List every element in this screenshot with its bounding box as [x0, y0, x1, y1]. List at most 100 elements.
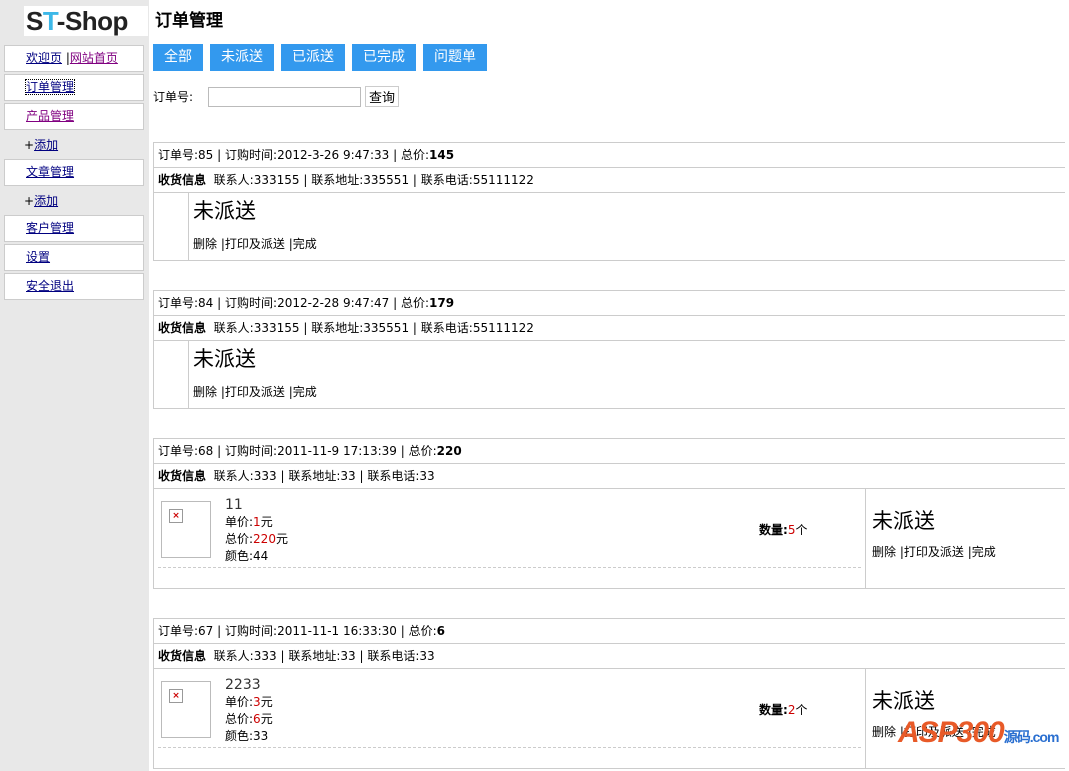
nav-settings: 设置: [4, 244, 144, 271]
tab-all[interactable]: 全部: [153, 44, 203, 71]
phone: 55111122: [472, 173, 534, 187]
product-name: 2233: [225, 677, 261, 693]
watermark-logo: ASP300源码.com: [898, 716, 1059, 749]
print-deliver-link[interactable]: 打印及派送: [904, 545, 964, 559]
tab-completed[interactable]: 已完成: [352, 44, 416, 71]
order_no-label: 订单号:: [158, 148, 199, 162]
order-no-input[interactable]: [208, 86, 362, 107]
orders-link[interactable]: 订单管理: [24, 79, 76, 95]
products-link[interactable]: 产品管理: [26, 109, 74, 123]
home-link[interactable]: 网站首页: [70, 51, 118, 65]
logo-text: T: [42, 6, 57, 36]
product-color: 33: [253, 729, 269, 743]
tab-undelivered[interactable]: 未派送: [210, 44, 274, 71]
ge-label: 个: [795, 703, 808, 717]
add-article-link[interactable]: 添加: [34, 194, 58, 208]
delete-link[interactable]: 删除: [193, 385, 217, 399]
status-tabs: 全部 未派送 已派送 已完成 问题单: [153, 44, 487, 71]
delete-link[interactable]: 删除: [872, 725, 896, 739]
settings-link[interactable]: 设置: [26, 250, 50, 264]
order-header: 订单号:67 | 订购时间:2011-11-1 16:33:30 | 总价:6: [154, 619, 1065, 644]
contact-label: 联系人:: [213, 469, 254, 483]
broken-image-icon: ×: [169, 689, 183, 703]
phone-label: 联系电话:: [420, 321, 473, 335]
receiver-info: 收货信息 联系人:333 | 联系地址:33 | 联系电话:33: [154, 644, 1065, 669]
delete-link[interactable]: 删除: [193, 237, 217, 251]
product-color: 44: [253, 549, 269, 563]
address: 335551: [363, 173, 410, 187]
order-id: 68: [198, 444, 214, 458]
order-status: 未派送: [193, 199, 256, 223]
address: 33: [340, 649, 356, 663]
nav-products: 产品管理: [4, 103, 144, 130]
order-time: 2012-3-26 9:47:33: [277, 148, 390, 162]
total-label: 总价:: [408, 624, 437, 638]
sep-label: |: [400, 444, 405, 458]
order-total: 179: [429, 296, 455, 310]
print-deliver-link[interactable]: 打印及派送: [225, 385, 285, 399]
addr-label: 联系地址:: [311, 173, 364, 187]
add-product-link[interactable]: 添加: [34, 138, 58, 152]
order-id: 84: [198, 296, 214, 310]
contact-label: 联系人:: [213, 173, 254, 187]
recv-label: 收货信息: [158, 469, 207, 483]
unit-label: 单价:: [225, 695, 254, 709]
contact-label: 联系人:: [213, 321, 254, 335]
tab-problem[interactable]: 问题单: [423, 44, 487, 71]
total-label: 总价:: [400, 148, 430, 162]
logo-text: S: [26, 6, 43, 36]
sep-label: |: [359, 649, 364, 663]
qty-label: 数量:: [759, 523, 788, 537]
receiver-info: 收货信息 联系人:333155 | 联系地址:335551 | 联系电话:551…: [154, 316, 1065, 341]
customers-link[interactable]: 客户管理: [26, 221, 74, 235]
sep-label: |: [280, 469, 285, 483]
welcome-link[interactable]: 欢迎页: [26, 51, 62, 65]
order_no-label: 订单号:: [158, 624, 199, 638]
complete-link[interactable]: 完成: [293, 237, 317, 251]
nav-add-product: +添加: [24, 135, 58, 155]
order-time: 2011-11-1 16:33:30: [277, 624, 397, 638]
order-card: 订单号:84 | 订购时间:2012-2-28 9:47:47 | 总价:179…: [153, 290, 1065, 409]
plus: +: [24, 194, 35, 208]
time-label: 订购时间:: [225, 624, 278, 638]
time-label: 订购时间:: [225, 444, 278, 458]
product-name: 11: [225, 497, 243, 513]
nav-customers: 客户管理: [4, 215, 144, 242]
logo-text: -Shop: [56, 6, 129, 36]
delete-link[interactable]: 删除: [872, 545, 896, 559]
unit-price: 1: [253, 515, 261, 529]
complete-link[interactable]: 完成: [972, 545, 996, 559]
logout-link[interactable]: 安全退出: [26, 279, 74, 293]
print-deliver-link[interactable]: 打印及派送: [225, 237, 285, 251]
sep-label: |: [217, 296, 222, 310]
sep-label: |: [303, 321, 308, 335]
order-status: 未派送: [872, 689, 935, 713]
sep-label: |: [217, 444, 222, 458]
order_no-label: 订单号:: [158, 296, 199, 310]
time-label: 订购时间:: [225, 296, 278, 310]
sep-label: |: [217, 148, 222, 162]
nav-orders: 订单管理: [4, 74, 144, 101]
color-label: 颜色:: [225, 549, 254, 563]
address: 33: [340, 469, 356, 483]
query-button[interactable]: 查询: [365, 86, 400, 107]
order-total: 220: [436, 444, 462, 458]
nav-welcome-home: 欢迎页 |网站首页: [4, 45, 144, 72]
sep-label: |: [359, 469, 364, 483]
tab-delivered[interactable]: 已派送: [281, 44, 345, 71]
order-card: 订单号:68 | 订购时间:2011-11-9 17:13:39 | 总价:22…: [153, 438, 1065, 589]
complete-link[interactable]: 完成: [293, 385, 317, 399]
yuan-label: 元: [275, 532, 288, 546]
logo: ST-Shop: [24, 6, 148, 36]
addr-label: 联系地址:: [288, 469, 341, 483]
sep-label: |: [280, 649, 285, 663]
sep-label: |: [393, 148, 398, 162]
recv-label: 收货信息: [158, 321, 207, 335]
articles-link[interactable]: 文章管理: [26, 165, 74, 179]
total-label: 总价:: [400, 296, 430, 310]
sep-label: |: [303, 173, 308, 187]
order-total: 145: [429, 148, 455, 162]
sep-label: |: [393, 296, 398, 310]
phone: 33: [419, 469, 435, 483]
order-status: 未派送: [193, 347, 256, 371]
